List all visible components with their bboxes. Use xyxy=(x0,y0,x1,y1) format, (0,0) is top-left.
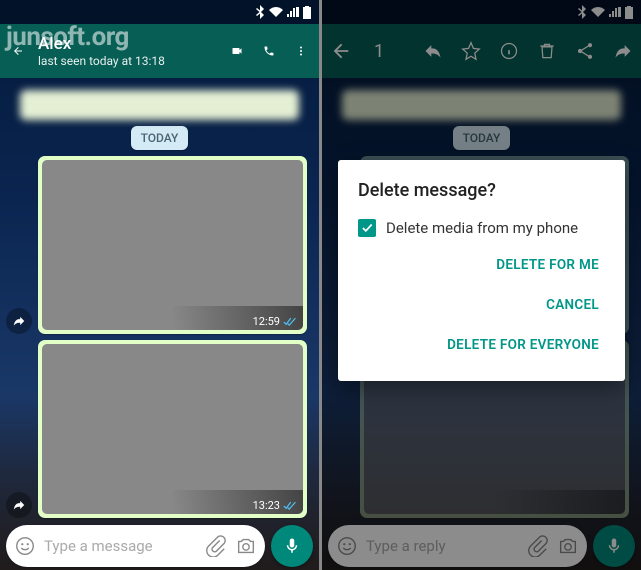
last-seen: last seen today at 13:18 xyxy=(38,54,217,68)
dialog-actions: DELETE FOR ME CANCEL DELETE FOR EVERYONE xyxy=(358,249,605,361)
delete-media-checkbox-row[interactable]: Delete media from my phone xyxy=(358,219,605,237)
mic-button[interactable] xyxy=(271,525,313,567)
back-icon[interactable] xyxy=(6,39,30,63)
emoji-icon[interactable] xyxy=(14,535,36,557)
checkbox-checked-icon[interactable] xyxy=(358,219,376,237)
dialog-title: Delete message? xyxy=(358,180,605,201)
image-attachment[interactable] xyxy=(42,160,303,330)
more-icon[interactable] xyxy=(289,39,313,63)
read-ticks-icon xyxy=(283,317,297,327)
cancel-button[interactable]: CANCEL xyxy=(540,289,605,321)
day-chip: TODAY xyxy=(131,126,189,150)
checkbox-label: Delete media from my phone xyxy=(386,219,578,237)
image-attachment[interactable] xyxy=(42,344,303,514)
message-bubble[interactable]: 12:59 xyxy=(38,156,307,334)
chat-header[interactable]: Alex last seen today at 13:18 xyxy=(0,24,319,78)
input-placeholder: Type a message xyxy=(44,537,197,555)
message-time: 13:23 xyxy=(253,499,297,512)
system-message xyxy=(20,90,299,120)
wifi-icon xyxy=(269,7,283,17)
message-input[interactable]: Type a message xyxy=(6,525,265,567)
video-call-icon[interactable] xyxy=(225,39,249,63)
delete-for-me-button[interactable]: DELETE FOR ME xyxy=(490,249,605,281)
input-bar: Type a message xyxy=(0,522,319,570)
screenshot-left: Alex last seen today at 13:18 TODAY 12:5… xyxy=(0,0,319,570)
battery-icon xyxy=(303,6,311,19)
message-time: 12:59 xyxy=(253,315,297,328)
delete-dialog: Delete message? Delete media from my pho… xyxy=(338,160,625,381)
bluetooth-icon xyxy=(255,5,265,19)
delete-for-everyone-button[interactable]: DELETE FOR EVERYONE xyxy=(441,329,605,361)
screenshot-right: 1 TODAY 12:59 Type a reply xyxy=(319,0,641,570)
status-bar xyxy=(0,0,319,24)
contact-name: Alex xyxy=(38,34,217,54)
chat-area[interactable]: TODAY 12:59 13:23 xyxy=(0,78,319,522)
call-icon[interactable] xyxy=(257,39,281,63)
forward-icon[interactable] xyxy=(6,492,32,518)
attach-icon[interactable] xyxy=(205,535,227,557)
forward-icon[interactable] xyxy=(6,308,32,334)
message-bubble[interactable]: 13:23 xyxy=(38,340,307,518)
read-ticks-icon xyxy=(283,501,297,511)
signal-icon xyxy=(287,7,299,17)
camera-icon[interactable] xyxy=(235,535,257,557)
contact-info[interactable]: Alex last seen today at 13:18 xyxy=(38,34,217,68)
